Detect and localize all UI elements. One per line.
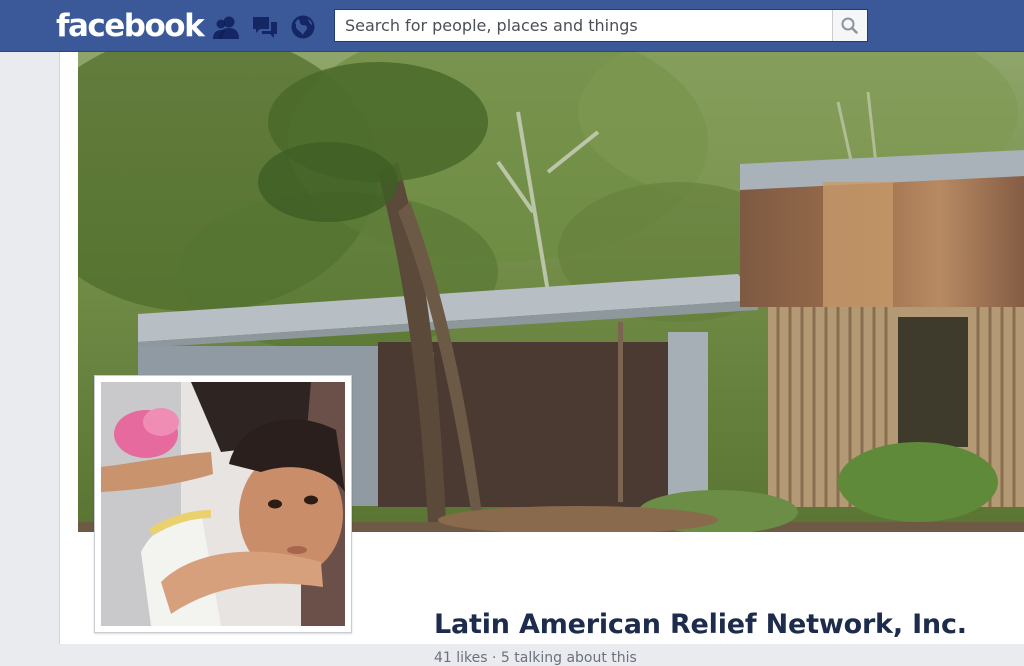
- facebook-logo[interactable]: facebook: [56, 6, 205, 46]
- top-navigation-bar: facebook: [0, 0, 1024, 52]
- search-input[interactable]: [335, 10, 833, 41]
- notifications-globe-icon[interactable]: [289, 14, 315, 39]
- magnifier-icon: [841, 17, 858, 34]
- left-gutter: [0, 52, 59, 644]
- talking-about-count[interactable]: 5 talking about this: [501, 650, 637, 666]
- page-name[interactable]: Latin American Relief Network, Inc.: [434, 609, 967, 640]
- messages-icon[interactable]: [251, 14, 277, 38]
- search-box: [334, 9, 868, 42]
- likes-count[interactable]: 41 likes: [434, 650, 488, 666]
- friend-requests-icon[interactable]: [212, 14, 239, 39]
- page-stats: 41 likes · 5 talking about this: [434, 650, 637, 666]
- profile-picture[interactable]: [94, 375, 352, 633]
- stats-separator: ·: [492, 650, 497, 666]
- search-button[interactable]: [832, 10, 867, 41]
